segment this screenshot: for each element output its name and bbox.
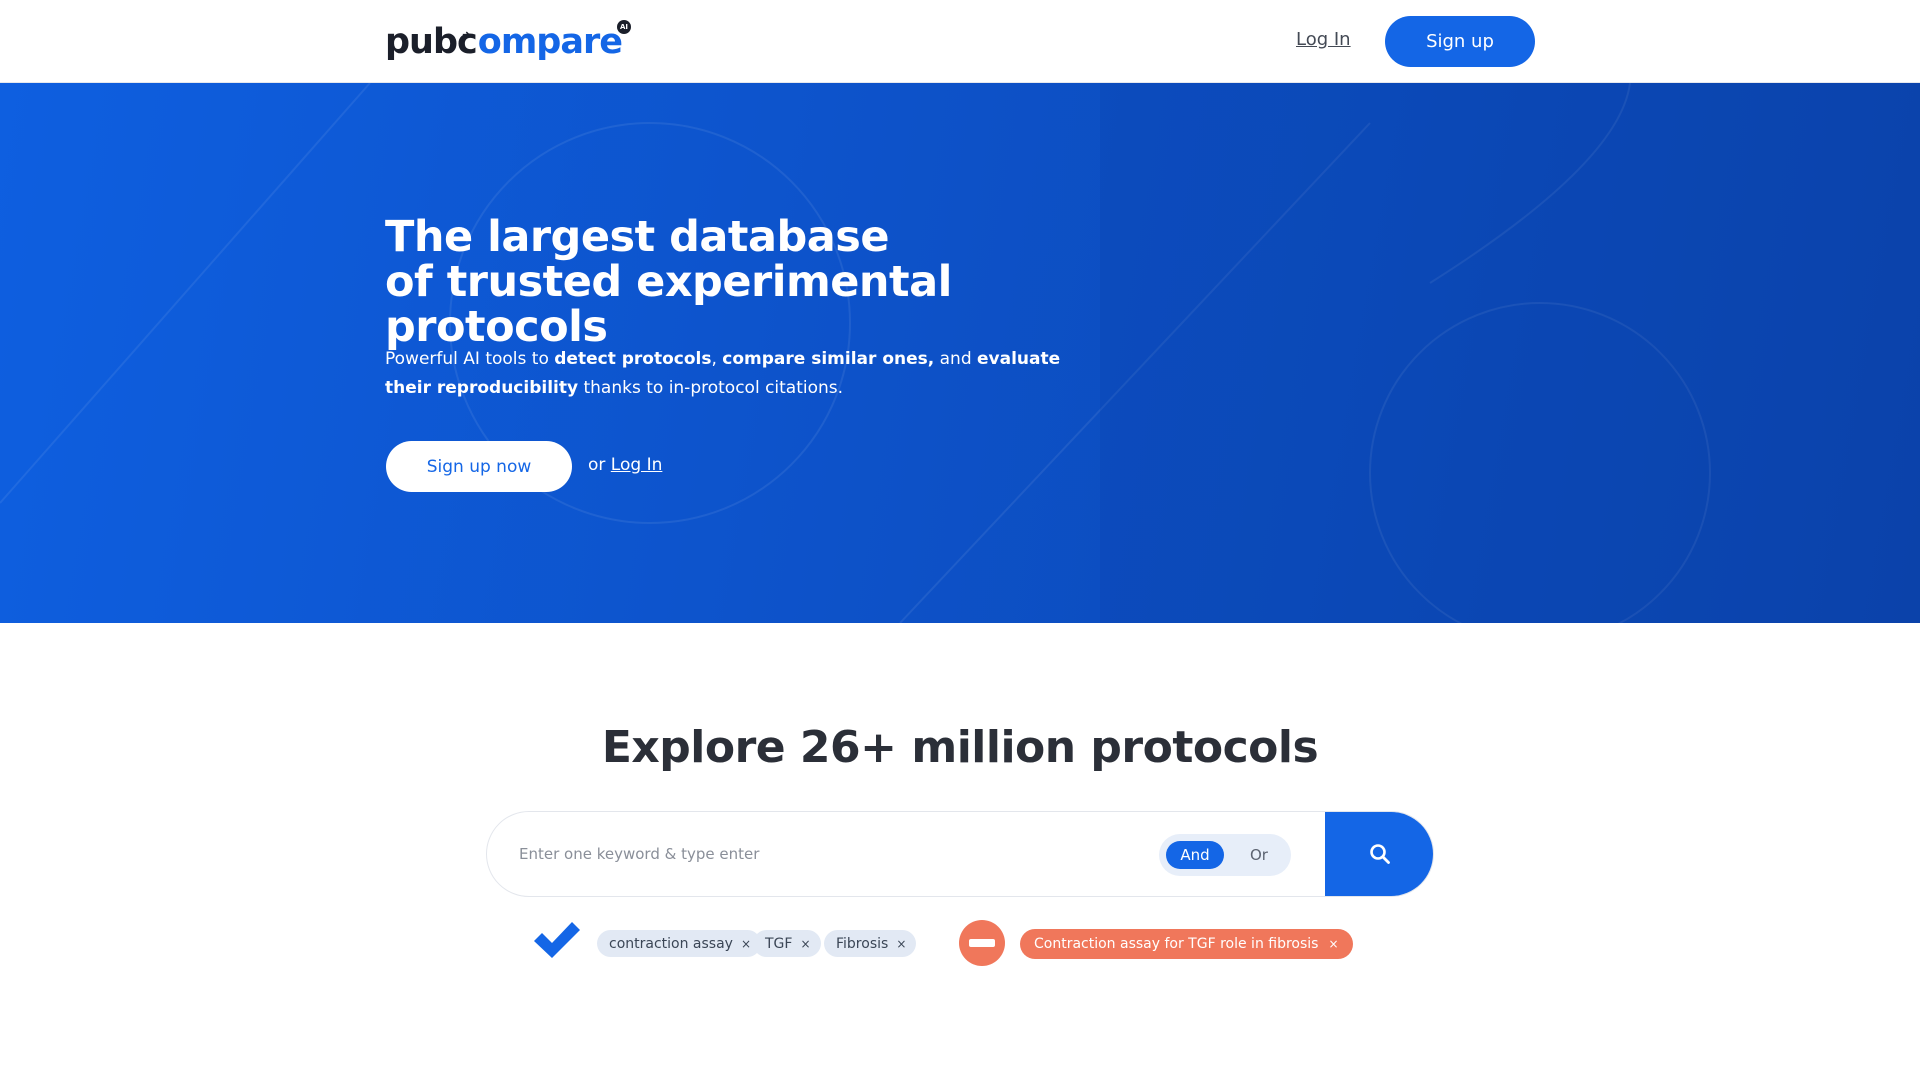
hero-sub-text4: thanks to in-protocol citations. (578, 378, 844, 398)
logo-arrow-icon: ↱ (460, 30, 472, 46)
search-icon (1370, 844, 1390, 864)
hero-title: The largest database of trusted experime… (385, 215, 1145, 350)
hero-or-text: or (588, 455, 611, 475)
hero-sub-text2: , (711, 349, 723, 369)
remove-tag-icon[interactable]: × (741, 937, 751, 951)
include-tag: TGF × (753, 930, 821, 957)
remove-tag-icon[interactable]: × (800, 937, 810, 951)
include-tag-label: contraction assay (609, 935, 733, 952)
toggle-or-option[interactable]: Or (1235, 841, 1283, 869)
include-tag-label: Fibrosis (836, 935, 889, 952)
logo-text-c: ↱ c (457, 22, 478, 62)
header-signup-button[interactable]: Sign up (1385, 16, 1535, 67)
minus-icon (959, 920, 1005, 966)
site-header: pub ↱ c ompare AI Log In Sign up (0, 0, 1920, 83)
hero-title-line1: The largest database (385, 212, 890, 262)
remove-tag-icon[interactable]: × (896, 937, 906, 951)
and-or-toggle: And Or (1159, 834, 1291, 876)
exclude-tag: Contraction assay for TGF role in fibros… (1020, 929, 1353, 959)
search-button[interactable] (1325, 812, 1433, 896)
logo-text-compare: ompare (477, 22, 623, 62)
hero-banner: The largest database of trusted experime… (0, 83, 1920, 623)
explore-title: Explore 26+ million protocols (601, 722, 1319, 773)
logo-text-pub: pub (385, 22, 458, 62)
hero-subtitle: Powerful AI tools to detect protocols, c… (385, 345, 1065, 403)
header-login-link[interactable]: Log In (1296, 29, 1351, 50)
hero-or-login: or Log In (588, 455, 662, 475)
hero-sub-text3: and (934, 349, 978, 369)
include-tag: Fibrosis × (824, 930, 917, 957)
check-icon (534, 922, 580, 958)
include-tag-label: TGF (765, 935, 793, 952)
hero-login-link[interactable]: Log In (611, 455, 663, 475)
search-input[interactable] (519, 812, 1079, 896)
toggle-and-option[interactable]: And (1166, 841, 1224, 869)
hero-sub-bold1: detect protocols (554, 349, 712, 369)
logo-ai-badge: AI (616, 20, 631, 34)
search-bar: And Or (486, 811, 1434, 897)
include-tag: contraction assay × (597, 930, 762, 957)
pubcompare-logo[interactable]: pub ↱ c ompare AI (385, 20, 631, 62)
hero-signup-button[interactable]: Sign up now (386, 441, 572, 492)
exclude-tag-label: Contraction assay for TGF role in fibros… (1034, 936, 1319, 952)
hero-sub-text1: Powerful AI tools to (385, 349, 555, 369)
hero-title-line2: of trusted experimental protocols (385, 257, 952, 352)
hero-sub-bold2: compare similar ones, (722, 349, 935, 369)
remove-tag-icon[interactable]: × (1328, 937, 1338, 951)
